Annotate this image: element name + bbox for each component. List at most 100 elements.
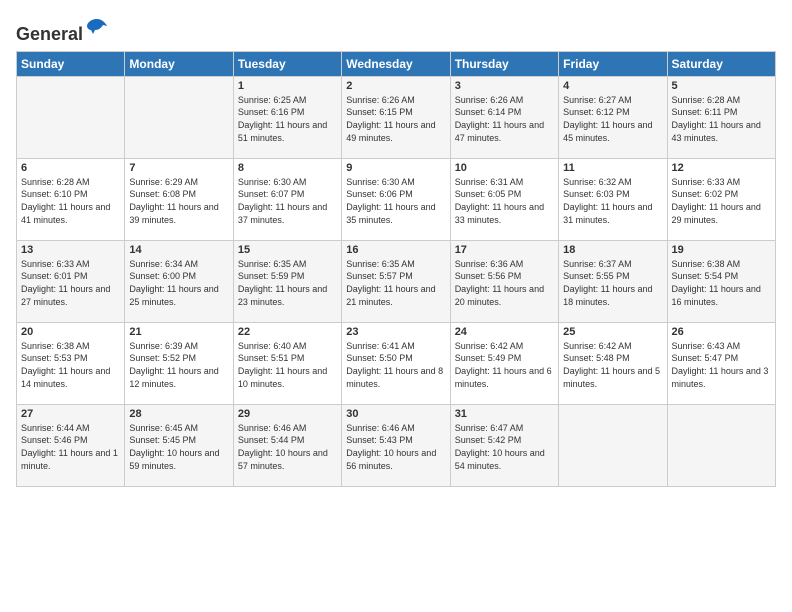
day-cell: 28 Sunrise: 6:45 AM Sunset: 5:45 PM Dayli… <box>125 404 233 486</box>
day-cell: 6 Sunrise: 6:28 AM Sunset: 6:10 PM Daylig… <box>17 158 125 240</box>
day-info: Sunrise: 6:29 AM Sunset: 6:08 PM Dayligh… <box>129 176 228 226</box>
day-cell: 26 Sunrise: 6:43 AM Sunset: 5:47 PM Dayli… <box>667 322 775 404</box>
day-info: Sunrise: 6:26 AM Sunset: 6:14 PM Dayligh… <box>455 94 554 144</box>
day-cell: 15Sunrise: 6:35 AM Sunset: 5:59 PM Dayli… <box>233 240 341 322</box>
day-number: 27 <box>21 408 120 420</box>
day-number: 17 <box>455 244 554 256</box>
day-number: 2 <box>346 80 445 92</box>
day-cell: 31 Sunrise: 6:47 AM Sunset: 5:42 PM Dayli… <box>450 404 558 486</box>
day-cell: 10 Sunrise: 6:31 AM Sunset: 6:05 PM Dayli… <box>450 158 558 240</box>
day-header-wednesday: Wednesday <box>342 51 450 76</box>
day-number: 24 <box>455 326 554 338</box>
day-cell: 8 Sunrise: 6:30 AM Sunset: 6:07 PM Daylig… <box>233 158 341 240</box>
day-number: 10 <box>455 162 554 174</box>
day-info: Sunrise: 6:42 AM Sunset: 5:49 PM Dayligh… <box>455 340 554 390</box>
day-info: Sunrise: 6:38 AM Sunset: 5:54 PM Dayligh… <box>672 258 771 308</box>
day-number: 18 <box>563 244 662 256</box>
day-cell: 9 Sunrise: 6:30 AM Sunset: 6:06 PM Daylig… <box>342 158 450 240</box>
day-cell: 17 Sunrise: 6:36 AM Sunset: 5:56 PM Dayli… <box>450 240 558 322</box>
day-info: Sunrise: 6:43 AM Sunset: 5:47 PM Dayligh… <box>672 340 771 390</box>
header-row: SundayMondayTuesdayWednesdayThursdayFrid… <box>17 51 776 76</box>
day-info: Sunrise: 6:34 AM Sunset: 6:00 PM Dayligh… <box>129 258 228 308</box>
day-number: 21 <box>129 326 228 338</box>
day-info: Sunrise: 6:27 AM Sunset: 6:12 PM Dayligh… <box>563 94 662 144</box>
day-number: 8 <box>238 162 337 174</box>
day-number: 23 <box>346 326 445 338</box>
day-info: Sunrise: 6:30 AM Sunset: 6:07 PM Dayligh… <box>238 176 337 226</box>
day-info: Sunrise: 6:46 AM Sunset: 5:44 PM Dayligh… <box>238 422 337 472</box>
day-cell <box>17 76 125 158</box>
day-header-tuesday: Tuesday <box>233 51 341 76</box>
day-info: Sunrise: 6:28 AM Sunset: 6:10 PM Dayligh… <box>21 176 120 226</box>
day-number: 5 <box>672 80 771 92</box>
day-info: Sunrise: 6:33 AM Sunset: 6:01 PM Dayligh… <box>21 258 120 308</box>
day-cell: 2 Sunrise: 6:26 AM Sunset: 6:15 PM Daylig… <box>342 76 450 158</box>
day-number: 3 <box>455 80 554 92</box>
day-cell: 23 Sunrise: 6:41 AM Sunset: 5:50 PM Dayli… <box>342 322 450 404</box>
day-info: Sunrise: 6:30 AM Sunset: 6:06 PM Dayligh… <box>346 176 445 226</box>
day-number: 30 <box>346 408 445 420</box>
day-info: Sunrise: 6:26 AM Sunset: 6:15 PM Dayligh… <box>346 94 445 144</box>
day-cell: 14 Sunrise: 6:34 AM Sunset: 6:00 PM Dayli… <box>125 240 233 322</box>
day-number: 26 <box>672 326 771 338</box>
day-info: Sunrise: 6:25 AM Sunset: 6:16 PM Dayligh… <box>238 94 337 144</box>
day-cell: 4Sunrise: 6:27 AM Sunset: 6:12 PM Daylig… <box>559 76 667 158</box>
day-number: 28 <box>129 408 228 420</box>
day-header-saturday: Saturday <box>667 51 775 76</box>
day-number: 13 <box>21 244 120 256</box>
day-info: Sunrise: 6:36 AM Sunset: 5:56 PM Dayligh… <box>455 258 554 308</box>
day-cell: 21 Sunrise: 6:39 AM Sunset: 5:52 PM Dayli… <box>125 322 233 404</box>
day-cell: 1Sunrise: 6:25 AM Sunset: 6:16 PM Daylig… <box>233 76 341 158</box>
day-info: Sunrise: 6:45 AM Sunset: 5:45 PM Dayligh… <box>129 422 228 472</box>
day-info: Sunrise: 6:40 AM Sunset: 5:51 PM Dayligh… <box>238 340 337 390</box>
day-number: 20 <box>21 326 120 338</box>
day-info: Sunrise: 6:33 AM Sunset: 6:02 PM Dayligh… <box>672 176 771 226</box>
day-cell <box>125 76 233 158</box>
day-number: 16 <box>346 244 445 256</box>
day-info: Sunrise: 6:28 AM Sunset: 6:11 PM Dayligh… <box>672 94 771 144</box>
day-info: Sunrise: 6:44 AM Sunset: 5:46 PM Dayligh… <box>21 422 120 472</box>
day-number: 25 <box>563 326 662 338</box>
day-number: 22 <box>238 326 337 338</box>
header: General <box>16 16 776 41</box>
week-row: 6 Sunrise: 6:28 AM Sunset: 6:10 PM Daylig… <box>17 158 776 240</box>
day-info: Sunrise: 6:37 AM Sunset: 5:55 PM Dayligh… <box>563 258 662 308</box>
logo-bird-icon <box>85 16 109 40</box>
day-info: Sunrise: 6:42 AM Sunset: 5:48 PM Dayligh… <box>563 340 662 390</box>
week-row: 13 Sunrise: 6:33 AM Sunset: 6:01 PM Dayli… <box>17 240 776 322</box>
day-cell: 3 Sunrise: 6:26 AM Sunset: 6:14 PM Daylig… <box>450 76 558 158</box>
day-info: Sunrise: 6:39 AM Sunset: 5:52 PM Dayligh… <box>129 340 228 390</box>
day-header-thursday: Thursday <box>450 51 558 76</box>
day-number: 6 <box>21 162 120 174</box>
day-cell: 24 Sunrise: 6:42 AM Sunset: 5:49 PM Dayli… <box>450 322 558 404</box>
day-cell: 25 Sunrise: 6:42 AM Sunset: 5:48 PM Dayli… <box>559 322 667 404</box>
day-cell: 30Sunrise: 6:46 AM Sunset: 5:43 PM Dayli… <box>342 404 450 486</box>
day-cell: 27 Sunrise: 6:44 AM Sunset: 5:46 PM Dayli… <box>17 404 125 486</box>
day-number: 14 <box>129 244 228 256</box>
day-cell: 12 Sunrise: 6:33 AM Sunset: 6:02 PM Dayli… <box>667 158 775 240</box>
day-cell <box>559 404 667 486</box>
day-info: Sunrise: 6:32 AM Sunset: 6:03 PM Dayligh… <box>563 176 662 226</box>
day-info: Sunrise: 6:35 AM Sunset: 5:57 PM Dayligh… <box>346 258 445 308</box>
day-info: Sunrise: 6:31 AM Sunset: 6:05 PM Dayligh… <box>455 176 554 226</box>
day-number: 31 <box>455 408 554 420</box>
day-cell: 18 Sunrise: 6:37 AM Sunset: 5:55 PM Dayli… <box>559 240 667 322</box>
day-number: 7 <box>129 162 228 174</box>
week-row: 27 Sunrise: 6:44 AM Sunset: 5:46 PM Dayli… <box>17 404 776 486</box>
day-cell: 20Sunrise: 6:38 AM Sunset: 5:53 PM Dayli… <box>17 322 125 404</box>
day-header-sunday: Sunday <box>17 51 125 76</box>
day-header-monday: Monday <box>125 51 233 76</box>
day-header-friday: Friday <box>559 51 667 76</box>
week-row: 20Sunrise: 6:38 AM Sunset: 5:53 PM Dayli… <box>17 322 776 404</box>
day-info: Sunrise: 6:41 AM Sunset: 5:50 PM Dayligh… <box>346 340 445 390</box>
day-cell: 16 Sunrise: 6:35 AM Sunset: 5:57 PM Dayli… <box>342 240 450 322</box>
calendar-container: General SundayMondayTuesdayWednesdayThur… <box>0 0 792 495</box>
day-info: Sunrise: 6:47 AM Sunset: 5:42 PM Dayligh… <box>455 422 554 472</box>
day-number: 9 <box>346 162 445 174</box>
day-info: Sunrise: 6:35 AM Sunset: 5:59 PM Dayligh… <box>238 258 337 308</box>
day-number: 12 <box>672 162 771 174</box>
day-number: 29 <box>238 408 337 420</box>
day-cell: 11Sunrise: 6:32 AM Sunset: 6:03 PM Dayli… <box>559 158 667 240</box>
day-cell: 13 Sunrise: 6:33 AM Sunset: 6:01 PM Dayli… <box>17 240 125 322</box>
calendar-table: SundayMondayTuesdayWednesdayThursdayFrid… <box>16 51 776 487</box>
